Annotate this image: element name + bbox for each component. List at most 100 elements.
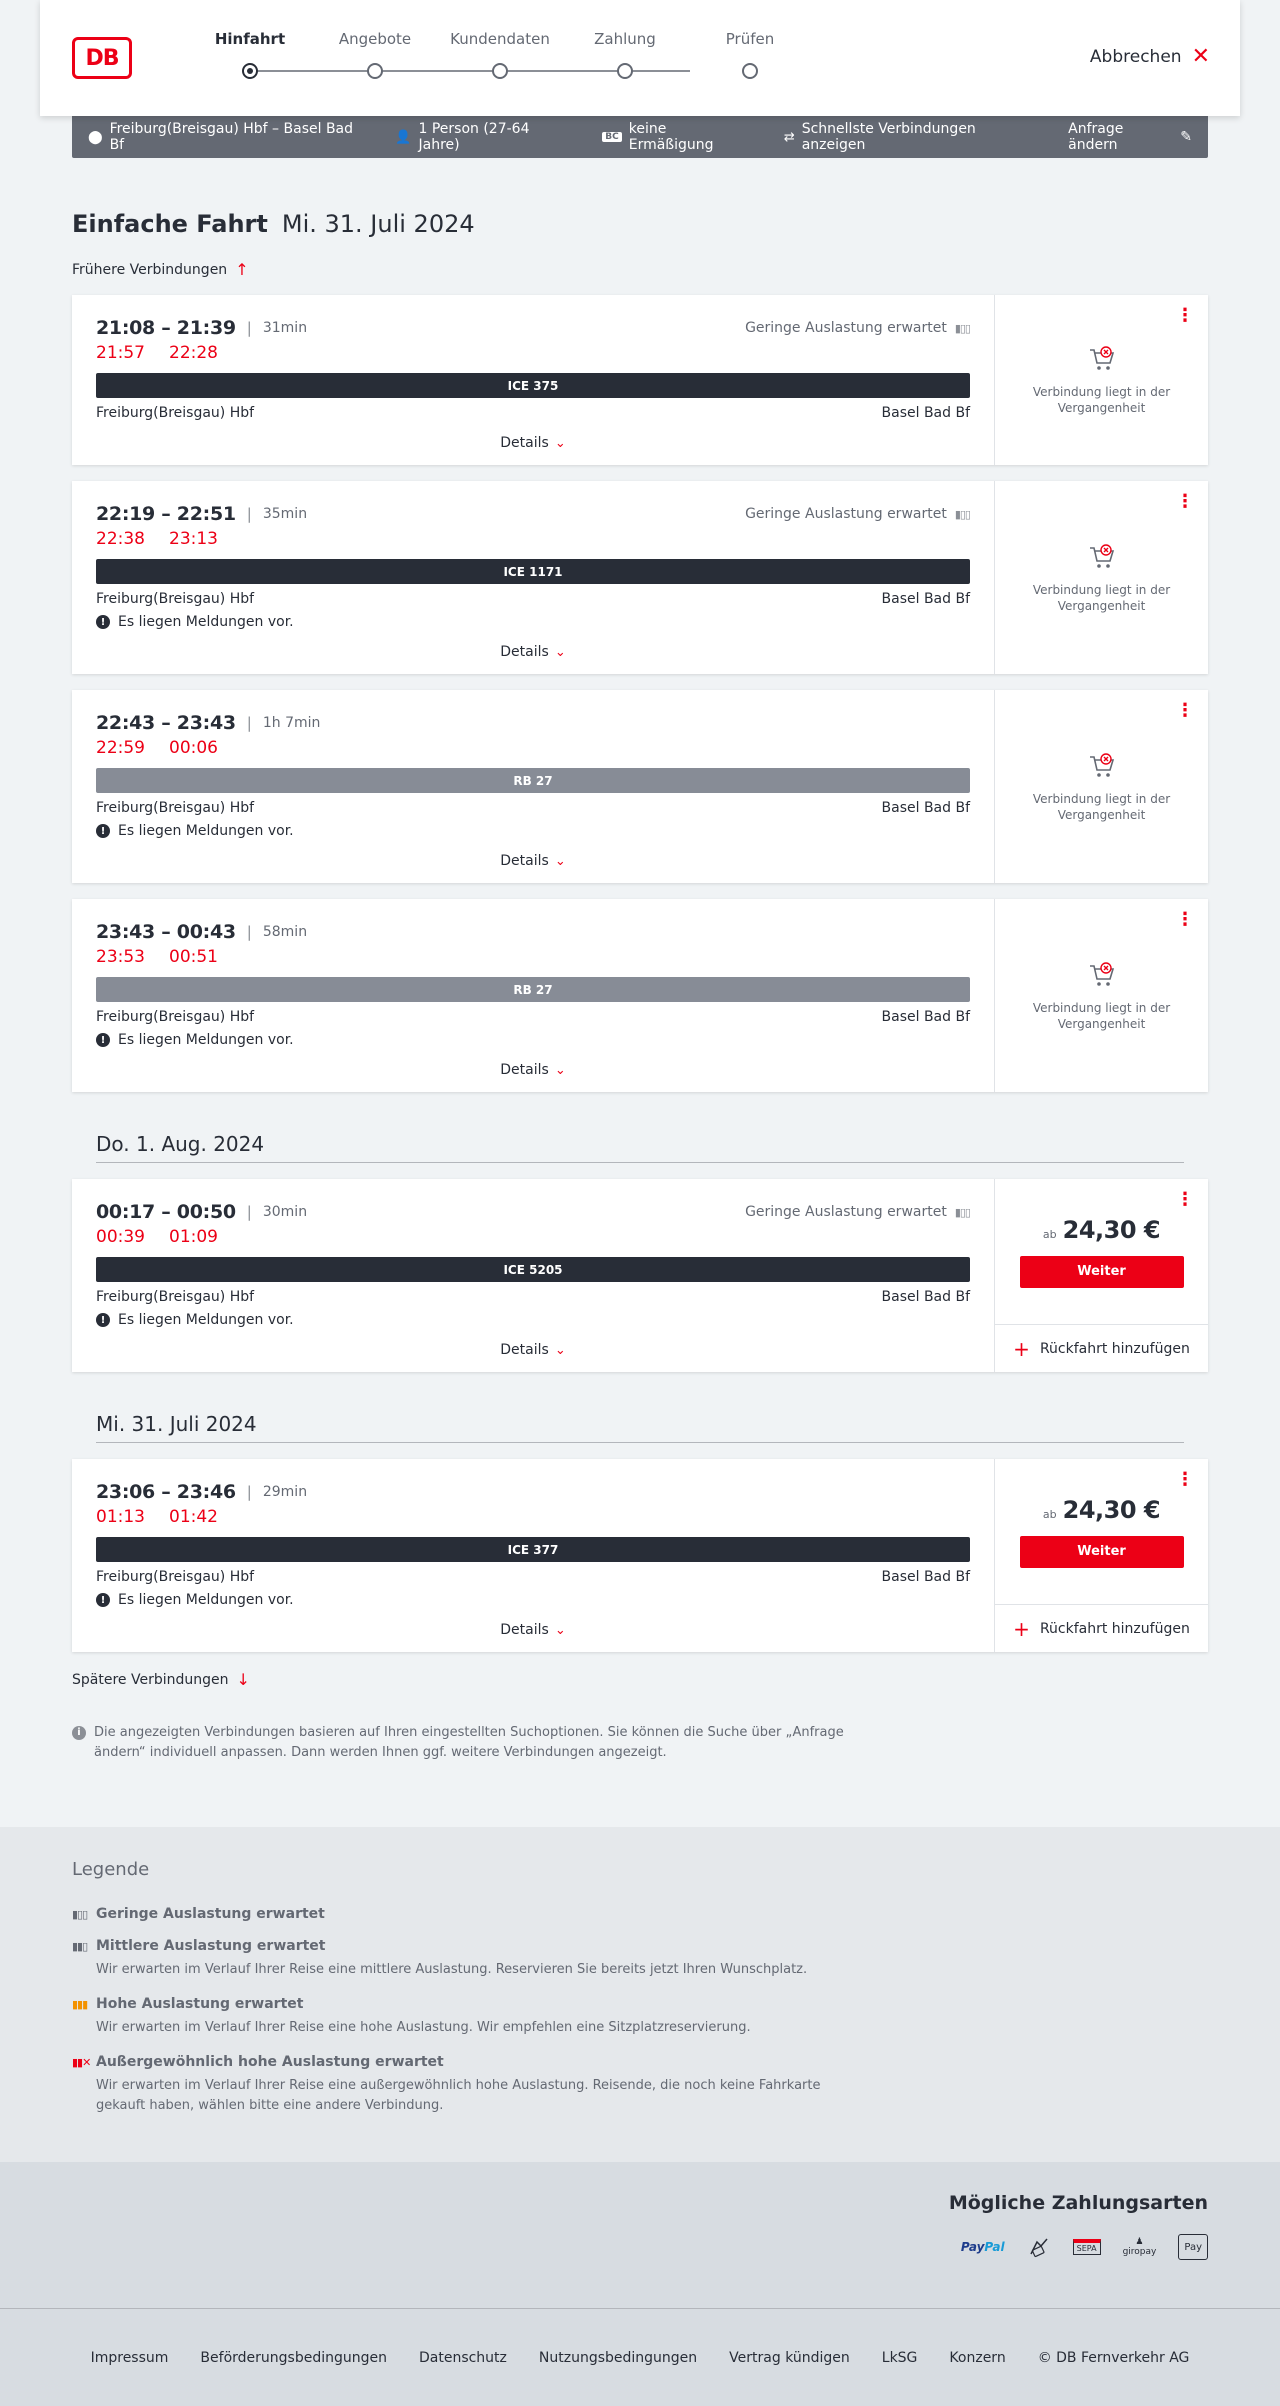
credit-card-icon bbox=[1027, 2234, 1051, 2260]
arrow-down-icon: ↓ bbox=[236, 1670, 250, 1689]
footer-link[interactable]: Datenschutz bbox=[419, 2350, 507, 2366]
connection-info: 21:08 – 21:39 | 31min Geringe Auslastung… bbox=[72, 295, 994, 465]
bahncard-icon: BC bbox=[602, 132, 622, 142]
query-mode-text: Schnellste Verbindungen anzeigen bbox=[801, 121, 976, 153]
train-bar: RB 27 bbox=[96, 977, 970, 1002]
add-return-button[interactable]: + Rückfahrt hinzufügen bbox=[995, 1324, 1208, 1372]
message-text: Es liegen Meldungen vor. bbox=[118, 823, 294, 839]
payment-section: Mögliche Zahlungsarten Pay Pal SEPA ♟ gir… bbox=[0, 2162, 1280, 2308]
connection-card[interactable]: 00:17 – 00:50 | 30min Geringe Auslastung… bbox=[72, 1179, 1208, 1372]
connection-info: 23:43 – 00:43 | 58min 23:53 00:51 RB 27 … bbox=[72, 899, 994, 1092]
connection-card[interactable]: 23:43 – 00:43 | 58min 23:53 00:51 RB 27 … bbox=[72, 899, 1208, 1092]
past-text: Verbindung liegt in der Vergangenheit bbox=[1032, 1000, 1171, 1031]
realtime-row: 21:57 22:28 bbox=[96, 343, 970, 363]
scheduled-times: 22:19 – 22:51 bbox=[96, 503, 236, 525]
db-logo[interactable]: DB bbox=[72, 37, 132, 79]
legend-head: ▮▯▯ Geringe Auslastung erwartet bbox=[72, 1906, 832, 1922]
step-label: Zahlung bbox=[594, 30, 656, 48]
load-low-icon: ▮▯▯ bbox=[954, 507, 971, 521]
more-options-icon[interactable]: ⋮ bbox=[1176, 911, 1194, 929]
more-options-icon[interactable]: ⋮ bbox=[1176, 1471, 1194, 1489]
past-text: Verbindung liegt in der Vergangenheit bbox=[1032, 385, 1171, 415]
person-icon: 👤 bbox=[395, 129, 412, 145]
trip-type: Einfache Fahrt bbox=[72, 210, 268, 238]
add-return-label: Rückfahrt hinzufügen bbox=[1039, 1340, 1190, 1357]
more-options-icon[interactable]: ⋮ bbox=[1176, 493, 1194, 511]
times-row: 21:08 – 21:39 | 31min Geringe Auslastung… bbox=[96, 317, 971, 339]
connection-card[interactable]: 22:43 – 23:43 | 1h 7min 22:59 00:06 RB 2… bbox=[72, 690, 1208, 883]
later-label: Spätere Verbindungen bbox=[72, 1671, 229, 1688]
scheduled-times: 23:06 – 23:46 bbox=[96, 1481, 236, 1503]
legend-item: ▮▯▯ Geringe Auslastung erwartet bbox=[72, 1906, 832, 1922]
footer-link[interactable]: Vertrag kündigen bbox=[729, 2350, 850, 2366]
footer-link[interactable]: Konzern bbox=[949, 2350, 1005, 2366]
earlier-connections-link[interactable]: Frühere Verbindungen ↑ bbox=[72, 260, 1208, 279]
legend-item-desc: Wir erwarten im Verlauf Ihrer Reise eine… bbox=[96, 2078, 821, 2113]
weiter-button[interactable]: Weiter bbox=[1019, 1255, 1184, 1288]
message-notice: ! Es liegen Meldungen vor. bbox=[96, 614, 970, 630]
connection-card[interactable]: 21:08 – 21:39 | 31min Geringe Auslastung… bbox=[72, 295, 1208, 465]
info-note-text: Die angezeigten Verbindungen basieren au… bbox=[94, 1725, 844, 1760]
message-text: Es liegen Meldungen vor. bbox=[118, 1312, 294, 1328]
later-connections-link[interactable]: Spätere Verbindungen ↓ bbox=[72, 1670, 1208, 1689]
change-query-button[interactable]: Anfrage ändern ✎ bbox=[1068, 121, 1192, 153]
step-dot bbox=[492, 63, 508, 79]
connection-card[interactable]: 22:19 – 22:51 | 35min Geringe Auslastung… bbox=[72, 481, 1208, 674]
destination-station: Basel Bad Bf bbox=[881, 1569, 970, 1585]
scheduled-times: 00:17 – 00:50 bbox=[96, 1201, 236, 1223]
date-separator: Mi. 31. Juli 2024 bbox=[96, 1412, 1184, 1443]
legend-item: ▮▮✕ Außergewöhnlich hohe Auslastung erwa… bbox=[72, 2054, 832, 2116]
scheduled-times: 21:08 – 21:39 bbox=[96, 317, 236, 339]
realtime-departure: 00:39 bbox=[96, 1227, 145, 1247]
step-dot bbox=[367, 63, 383, 79]
footer-link[interactable]: © DB Fernverkehr AG bbox=[1038, 2350, 1190, 2366]
footer-link[interactable]: Nutzungsbedingungen bbox=[539, 2350, 697, 2366]
footer-link[interactable]: Impressum bbox=[91, 2350, 169, 2366]
more-options-icon[interactable]: ⋮ bbox=[1176, 307, 1194, 325]
apple-pay-icon: Pay bbox=[1178, 2234, 1208, 2260]
details-toggle[interactable]: Details ⌄ bbox=[96, 1048, 970, 1092]
stations-row: Freiburg(Breisgau) Hbf Basel Bad Bf bbox=[96, 1569, 970, 1585]
add-return-button[interactable]: + Rückfahrt hinzufügen bbox=[995, 1604, 1208, 1652]
price-panel: ⋮ ab 24,30 € Weiter + Rückfahrt hinzufüg… bbox=[994, 1459, 1208, 1652]
train-bar: ICE 1171 bbox=[96, 559, 970, 584]
origin-station: Freiburg(Breisgau) Hbf bbox=[96, 1009, 255, 1025]
details-toggle[interactable]: Details ⌄ bbox=[96, 1328, 970, 1372]
duration: 29min bbox=[262, 1484, 308, 1500]
message-text: Es liegen Meldungen vor. bbox=[118, 1592, 294, 1608]
cart-unavailable-icon bbox=[1089, 346, 1114, 370]
duration: 30min bbox=[262, 1204, 308, 1220]
details-label: Details bbox=[500, 1062, 549, 1078]
more-options-icon[interactable]: ⋮ bbox=[1176, 702, 1194, 720]
scheduled-times: 23:43 – 00:43 bbox=[96, 921, 236, 943]
realtime-departure: 01:13 bbox=[96, 1507, 145, 1527]
price-panel: ⋮ ab 24,30 € Weiter + Rückfahrt hinzufüg… bbox=[994, 1179, 1208, 1372]
realtime-departure: 22:59 bbox=[96, 738, 145, 758]
times-row: 23:43 – 00:43 | 58min bbox=[96, 921, 970, 943]
connection-card[interactable]: 23:06 – 23:46 | 29min 01:13 01:42 ICE 37… bbox=[72, 1459, 1208, 1652]
details-label: Details bbox=[500, 853, 549, 869]
cart-unavailable-icon bbox=[1089, 752, 1114, 777]
scheduled-times: 22:43 – 23:43 bbox=[96, 712, 236, 734]
info-icon: i bbox=[72, 1726, 86, 1740]
details-toggle[interactable]: Details ⌄ bbox=[96, 839, 970, 883]
main-content: Einfache Fahrt Mi. 31. Juli 2024 Frühere… bbox=[72, 210, 1208, 1763]
details-toggle[interactable]: Details ⌄ bbox=[96, 1608, 970, 1652]
load-text: Geringe Auslastung erwartet bbox=[745, 320, 947, 336]
price: ab 24,30 € bbox=[1043, 1216, 1161, 1244]
cancel-button[interactable]: Abbrechen ✕ bbox=[1090, 46, 1210, 68]
details-toggle[interactable]: Details ⌄ bbox=[96, 421, 970, 465]
footer-link[interactable]: LkSG bbox=[882, 2350, 918, 2366]
details-toggle[interactable]: Details ⌄ bbox=[96, 630, 970, 674]
paypal-part-a: Pay bbox=[960, 2240, 985, 2254]
realtime-row: 00:39 01:09 bbox=[96, 1227, 970, 1247]
train-bar: ICE 377 bbox=[96, 1537, 970, 1562]
legend-item-desc: Wir erwarten im Verlauf Ihrer Reise eine… bbox=[96, 2020, 751, 2035]
stations-row: Freiburg(Breisgau) Hbf Basel Bad Bf bbox=[96, 1289, 970, 1305]
query-travelers-text: 1 Person (27-64 Jahre) bbox=[418, 121, 530, 153]
more-options-icon[interactable]: ⋮ bbox=[1176, 1191, 1194, 1209]
earlier-label: Frühere Verbindungen bbox=[72, 261, 228, 278]
footer-link[interactable]: Beförderungsbedingungen bbox=[200, 2350, 387, 2366]
query-discount-text: keine Ermäßigung bbox=[628, 121, 714, 153]
weiter-button[interactable]: Weiter bbox=[1019, 1535, 1184, 1568]
